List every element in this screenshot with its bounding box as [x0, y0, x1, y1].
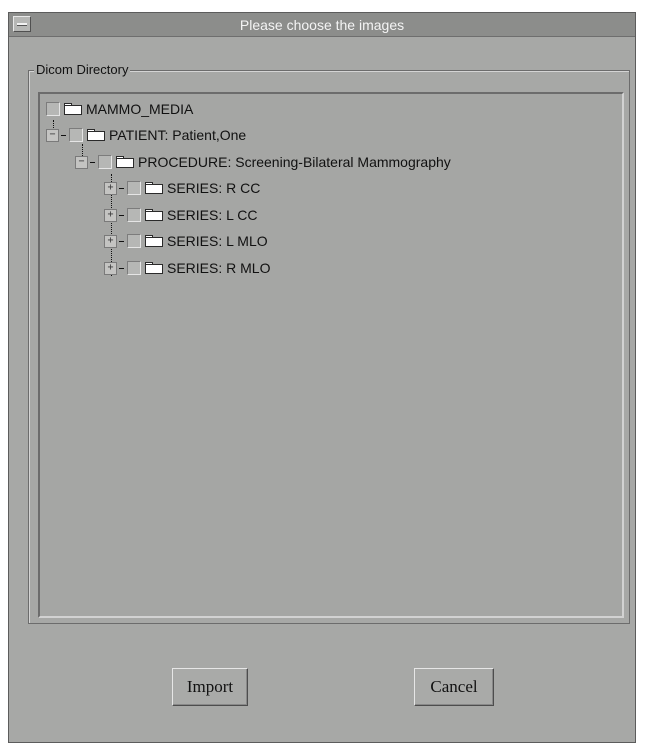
- tree-connector-dash: [90, 161, 95, 163]
- tree-node-series[interactable]: + SERIES: L CC: [104, 205, 258, 225]
- patient-label: PATIENT: Patient,One: [109, 127, 247, 143]
- series-label: SERIES: L MLO: [167, 233, 268, 249]
- expand-icon[interactable]: +: [104, 208, 117, 222]
- expand-icon[interactable]: +: [104, 234, 117, 248]
- series-checkbox[interactable]: [127, 208, 141, 222]
- import-button[interactable]: Import: [172, 668, 248, 706]
- series-checkbox[interactable]: [127, 261, 141, 275]
- tree-connector-dash: [119, 214, 124, 216]
- folder-icon: [116, 156, 134, 168]
- tree-node-patient[interactable]: − PATIENT: Patient,One: [46, 125, 246, 145]
- root-label: MAMMO_MEDIA: [86, 101, 194, 117]
- folder-icon: [145, 209, 163, 221]
- tree-node-series[interactable]: + SERIES: R MLO: [104, 258, 270, 278]
- title-bar[interactable]: Please choose the images: [9, 13, 635, 37]
- tree-node-series[interactable]: + SERIES: R CC: [104, 178, 260, 198]
- patient-checkbox[interactable]: [69, 128, 83, 142]
- tree-node-series[interactable]: + SERIES: L MLO: [104, 231, 268, 251]
- tree-node-root[interactable]: MAMMO_MEDIA: [46, 99, 193, 119]
- folder-icon: [145, 262, 163, 274]
- series-label: SERIES: L CC: [167, 207, 258, 223]
- tree-node-procedure[interactable]: − PROCEDURE: Screening-Bilateral Mammogr…: [75, 152, 451, 172]
- series-label: SERIES: R MLO: [167, 260, 271, 276]
- expand-icon[interactable]: +: [104, 181, 117, 195]
- dicom-directory-legend: Dicom Directory: [34, 62, 131, 77]
- expand-icon[interactable]: +: [104, 261, 117, 275]
- series-checkbox[interactable]: [127, 181, 141, 195]
- tree-connector-dash: [61, 134, 66, 136]
- window-title: Please choose the images: [239, 17, 405, 33]
- series-checkbox[interactable]: [127, 234, 141, 248]
- collapse-icon[interactable]: −: [46, 128, 59, 142]
- folder-icon: [145, 235, 163, 247]
- folder-icon: [64, 103, 82, 115]
- tree-connector-dash: [119, 240, 124, 242]
- series-label: SERIES: R CC: [167, 180, 261, 196]
- folder-icon: [87, 129, 105, 141]
- cancel-button[interactable]: Cancel: [414, 668, 494, 706]
- tree-connector-dash: [119, 267, 124, 269]
- tree-connector-dash: [119, 187, 124, 189]
- folder-icon: [145, 182, 163, 194]
- collapse-icon[interactable]: −: [75, 155, 88, 169]
- root-checkbox[interactable]: [46, 102, 60, 116]
- procedure-label: PROCEDURE: Screening-Bilateral Mammograp…: [138, 154, 451, 170]
- dicom-tree[interactable]: MAMMO_MEDIA − PATIENT: Patient,One − PRO…: [38, 92, 624, 618]
- procedure-checkbox[interactable]: [98, 155, 112, 169]
